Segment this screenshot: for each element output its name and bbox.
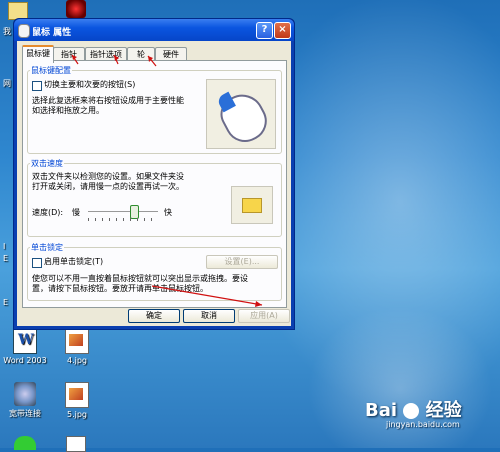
paw-icon — [403, 403, 420, 419]
baidu-watermark: Bai 经验 — [365, 396, 462, 422]
watermark-url: jingyan.baidu.com — [386, 420, 460, 429]
watermark-brand: Bai — [365, 400, 398, 421]
annotation-arrow — [151, 285, 263, 306]
watermark-suffix: 经验 — [425, 400, 462, 421]
tab-buttons[interactable]: 鼠标键 — [22, 45, 54, 63]
annotation-arrows — [41, 48, 263, 307]
arrow-head — [255, 301, 262, 307]
